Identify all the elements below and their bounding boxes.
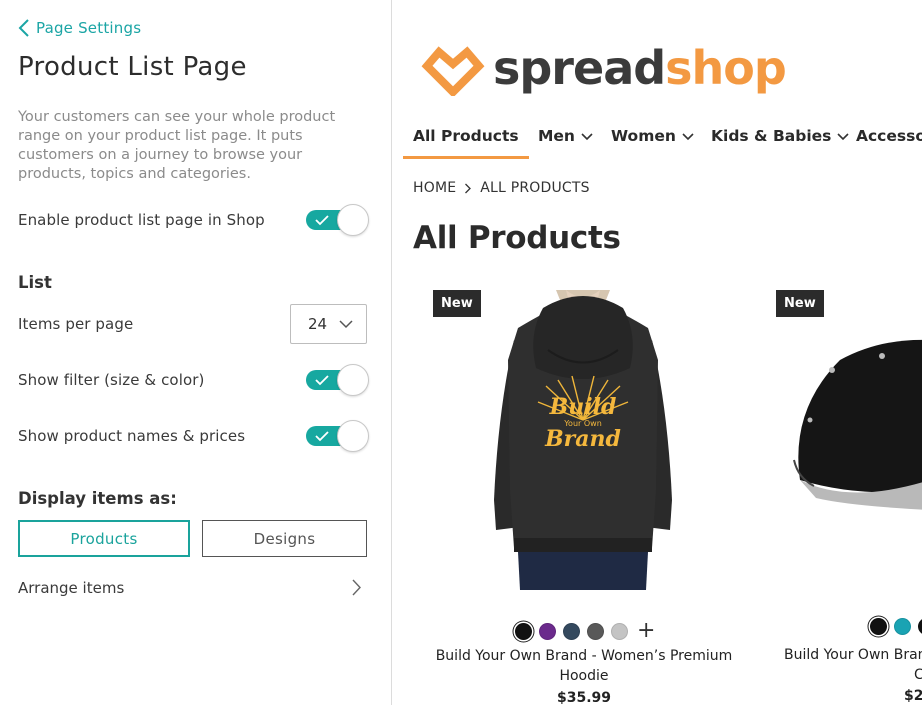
nav-kids-babies[interactable]: Kids & Babies [711,124,849,160]
cap-image[interactable] [790,330,922,510]
panel-description: Your customers can see your whole produc… [18,109,336,182]
chevron-down-icon [581,133,593,141]
new-badge: New [776,290,824,317]
designs-button[interactable]: Designs [202,520,367,557]
swatch-black-2[interactable] [918,618,922,635]
swatch-black[interactable] [870,618,887,635]
enable-list-page-label: Enable product list page in Shop [18,211,265,229]
show-names-prices-toggle[interactable] [306,420,370,452]
checkmark-icon [315,375,329,386]
breadcrumb: HOME ALL PRODUCTS [413,180,590,196]
back-link-label: Page Settings [36,19,142,37]
list-section-title: List [18,273,52,292]
chevron-left-icon [18,19,29,37]
svg-text:Build: Build [549,394,617,420]
heart-logo-icon [421,46,485,96]
product-price: $35.99 [556,690,612,705]
back-link[interactable]: Page Settings [18,17,141,39]
product-card[interactable]: New Build Your Own Brand + Build Your Ow… [433,290,735,705]
nav-accessories[interactable]: Accessori [856,124,922,160]
items-per-page-select[interactable]: 24 [290,304,367,344]
enable-list-page-toggle[interactable] [306,204,370,236]
breadcrumb-home[interactable]: HOME [413,180,456,196]
color-swatches [870,618,922,635]
product-card[interactable]: New Build Your Own Bran C $2 [776,290,922,705]
product-price: $2 [904,688,922,704]
chevron-right-icon [352,579,361,596]
chevron-down-icon [339,320,353,329]
chevron-right-icon [465,183,472,193]
product-name[interactable]: Build Your Own Bran C [768,645,922,685]
breadcrumb-current: ALL PRODUCTS [480,180,590,196]
product-name[interactable]: Build Your Own Brand - Women’s Premium H… [433,646,735,686]
nav-women[interactable]: Women [611,124,694,160]
more-colors-icon[interactable]: + [637,620,655,642]
swatch-purple[interactable] [539,622,556,640]
swatch-light-gray[interactable] [611,622,628,640]
swatch-dark-gray[interactable] [587,622,604,640]
products-button[interactable]: Products [18,520,190,557]
spreadshop-logo[interactable]: spreadshop [421,38,787,98]
swatch-black[interactable] [515,622,532,640]
checkmark-icon [315,215,329,226]
swatch-navy[interactable] [563,622,580,640]
nav-all-products[interactable]: All Products [403,124,529,160]
items-per-page-value: 24 [308,315,328,333]
hoodie-image[interactable]: Build Your Own Brand [488,290,678,590]
show-names-prices-label: Show product names & prices [18,427,246,445]
logo-text-accent: shop [665,41,787,95]
page-heading: All Products [413,220,621,256]
shop-preview: spreadshop All Products Men Women Kids &… [393,0,922,705]
panel-title: Product List Page [18,52,247,82]
arrange-items-row[interactable]: Arrange items [0,570,392,606]
logo-text-dark: spread [493,41,666,95]
arrange-items-label: Arrange items [18,579,125,597]
items-per-page-label: Items per page [18,315,134,333]
show-filter-toggle[interactable] [306,364,370,396]
color-swatches: + [515,620,655,642]
chevron-down-icon [837,133,849,141]
settings-panel: Page Settings Product List Page Your cus… [0,0,392,705]
chevron-down-icon [682,133,694,141]
svg-text:Brand: Brand [544,426,621,452]
show-filter-label: Show filter (size & color) [18,371,205,389]
checkmark-icon [315,431,329,442]
nav-men[interactable]: Men [538,124,593,160]
display-items-title: Display items as: [18,489,177,508]
swatch-teal[interactable] [894,618,911,635]
new-badge: New [433,290,481,317]
